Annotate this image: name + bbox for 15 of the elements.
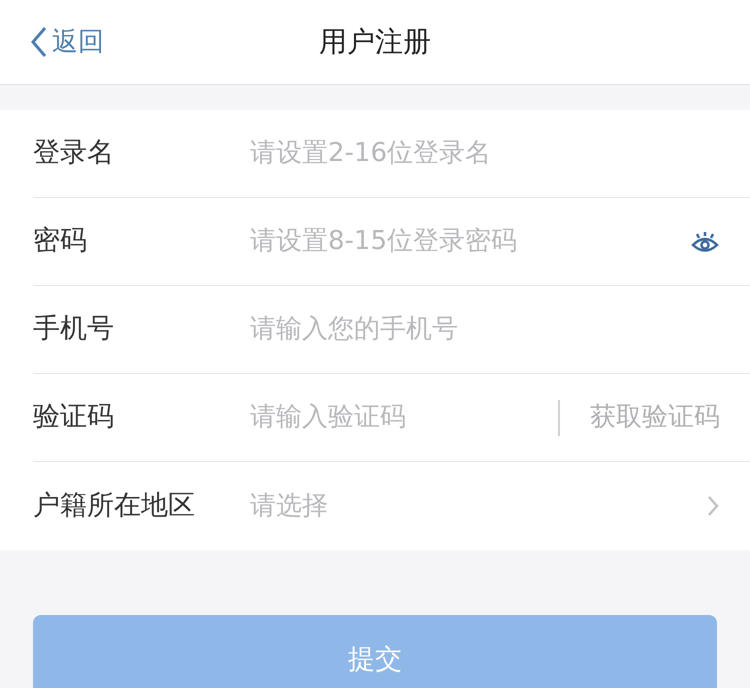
get-code-button[interactable]: 获取验证码 — [590, 398, 720, 437]
field-label: 密码 — [33, 224, 88, 258]
input-field[interactable]: 请设置8-15位登录密码 — [250, 222, 690, 261]
input-field[interactable]: 请输入验证码 — [250, 398, 528, 437]
back-button[interactable]: 返回 — [30, 22, 104, 62]
field-label: 户籍所在地区 — [33, 488, 196, 523]
field-label: 登录名 — [33, 136, 115, 170]
eye-icon[interactable] — [690, 230, 720, 254]
field-label: 验证码 — [33, 400, 115, 434]
input-field[interactable]: 请选择 — [250, 486, 706, 526]
field-label: 手机号 — [33, 312, 115, 346]
back-icon — [30, 26, 48, 58]
input-field[interactable]: 请输入您的手机号 — [250, 310, 720, 349]
page-title: 用户注册 — [319, 24, 431, 60]
input-field[interactable]: 请设置2-16位登录名 — [250, 134, 720, 173]
